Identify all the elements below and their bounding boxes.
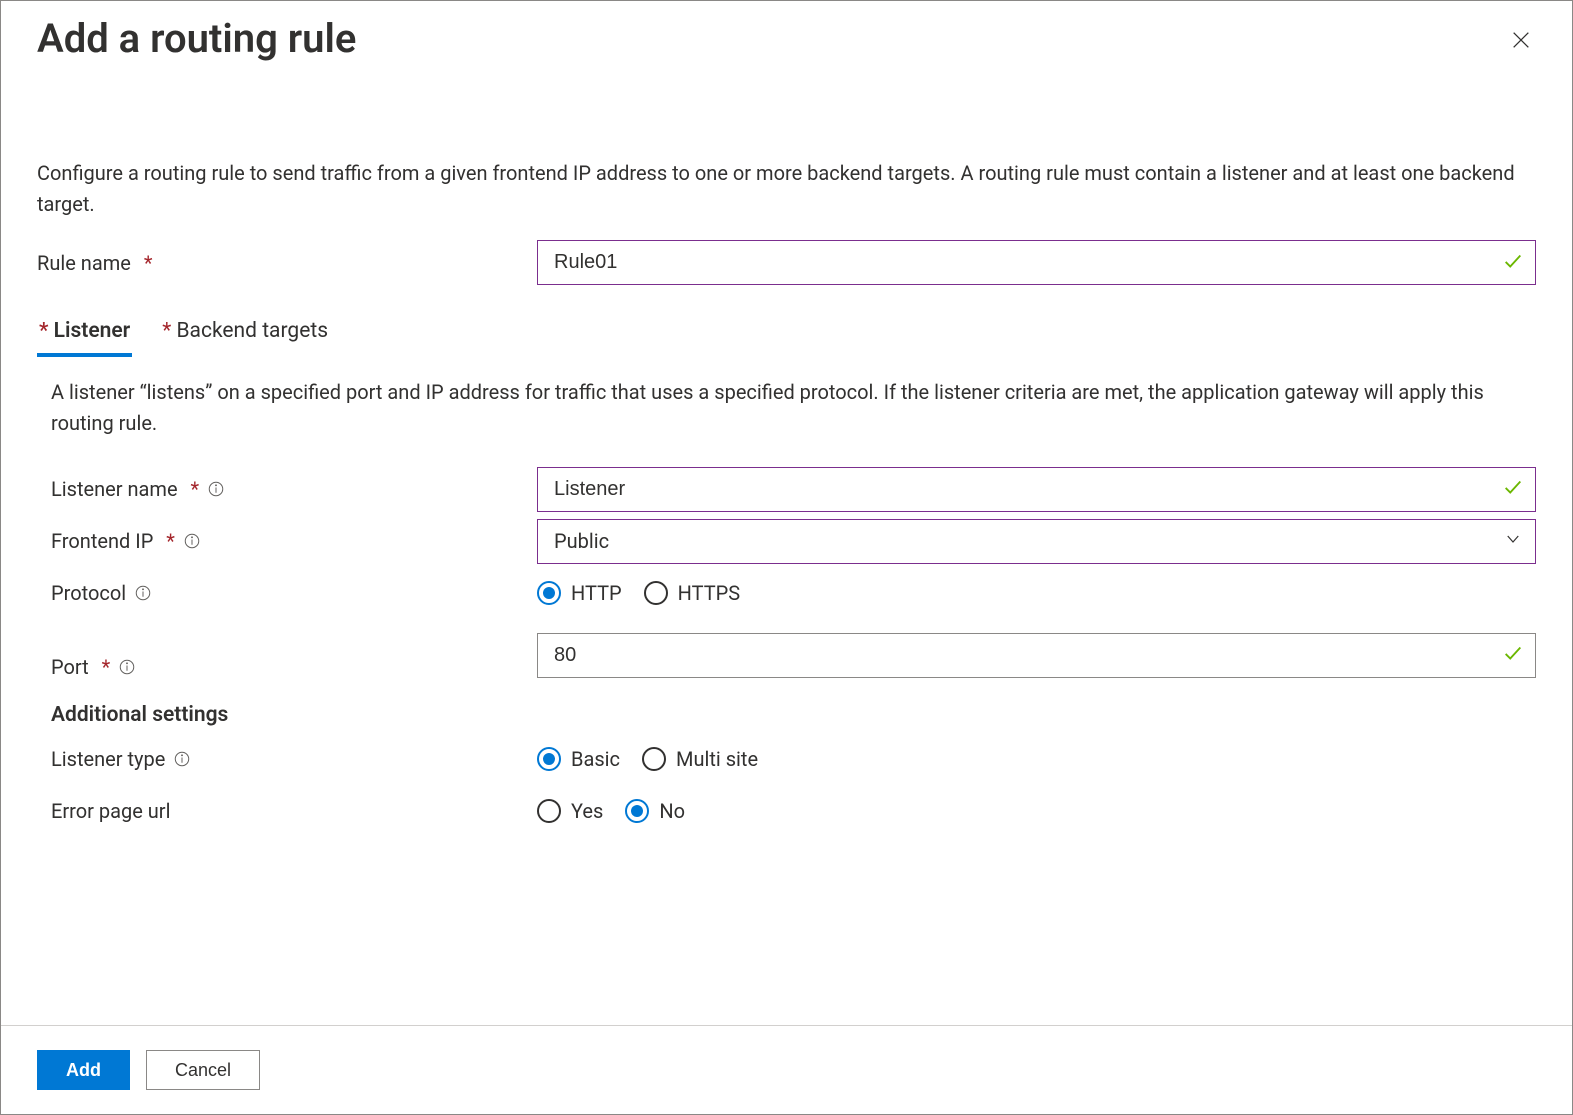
tab-backend-targets[interactable]: * Backend targets xyxy=(160,313,330,357)
radio-circle-icon xyxy=(537,799,561,823)
protocol-label: Protocol xyxy=(51,581,537,605)
listener-type-radio-group: Basic Multi site xyxy=(537,747,1536,771)
description-text: Configure a routing rule to send traffic… xyxy=(37,158,1517,220)
radio-circle-icon xyxy=(625,799,649,823)
listener-type-label: Listener type xyxy=(51,747,537,771)
listener-name-input-wrap xyxy=(537,467,1536,512)
listener-name-label: Listener name * xyxy=(51,477,537,501)
protocol-https-radio[interactable]: HTTPS xyxy=(644,581,741,605)
cancel-button[interactable]: Cancel xyxy=(146,1050,260,1090)
radio-circle-icon xyxy=(644,581,668,605)
info-icon[interactable] xyxy=(134,584,152,602)
required-asterisk: * xyxy=(139,251,153,275)
error-page-yes-radio[interactable]: Yes xyxy=(537,799,603,823)
error-page-no-radio[interactable]: No xyxy=(625,799,685,823)
tabs: * Listener * Backend targets xyxy=(37,313,1536,357)
listener-description: A listener “listens” on a specified port… xyxy=(37,377,1536,439)
info-icon[interactable] xyxy=(173,750,191,768)
error-page-url-label: Error page url xyxy=(51,799,537,823)
valid-check-icon xyxy=(1502,476,1524,502)
listener-name-input[interactable] xyxy=(537,467,1536,512)
info-icon[interactable] xyxy=(118,658,136,676)
rule-name-input[interactable] xyxy=(537,240,1536,285)
frontend-ip-select[interactable]: Public xyxy=(537,519,1536,564)
rule-name-label: Rule name * xyxy=(37,251,537,275)
required-asterisk: * xyxy=(97,655,111,679)
port-label: Port * xyxy=(51,655,537,679)
listener-type-multi-radio[interactable]: Multi site xyxy=(642,747,758,771)
protocol-http-radio[interactable]: HTTP xyxy=(537,581,622,605)
valid-check-icon xyxy=(1502,250,1524,276)
error-page-url-radio-group: Yes No xyxy=(537,799,1536,823)
info-icon[interactable] xyxy=(207,480,225,498)
port-input[interactable] xyxy=(537,633,1536,678)
radio-circle-icon xyxy=(537,747,561,771)
valid-check-icon xyxy=(1502,642,1524,668)
tab-listener[interactable]: * Listener xyxy=(37,313,132,357)
port-input-wrap xyxy=(537,633,1536,678)
frontend-ip-value: Public xyxy=(554,529,609,553)
required-asterisk: * xyxy=(161,529,175,553)
additional-settings-heading: Additional settings xyxy=(37,703,1536,727)
radio-circle-icon xyxy=(642,747,666,771)
close-icon xyxy=(1510,36,1532,55)
footer: Add Cancel xyxy=(1,1025,1572,1114)
add-button[interactable]: Add xyxy=(37,1050,130,1090)
listener-type-basic-radio[interactable]: Basic xyxy=(537,747,620,771)
info-icon[interactable] xyxy=(183,532,201,550)
frontend-ip-label: Frontend IP * xyxy=(51,529,537,553)
required-asterisk: * xyxy=(39,319,54,343)
close-button[interactable] xyxy=(1502,21,1540,62)
required-asterisk: * xyxy=(186,477,200,501)
chevron-down-icon xyxy=(1504,530,1522,552)
radio-circle-icon xyxy=(537,581,561,605)
protocol-radio-group: HTTP HTTPS xyxy=(537,581,1536,605)
required-asterisk: * xyxy=(162,319,176,343)
page-title: Add a routing rule xyxy=(37,15,356,62)
rule-name-input-wrap xyxy=(537,240,1536,285)
